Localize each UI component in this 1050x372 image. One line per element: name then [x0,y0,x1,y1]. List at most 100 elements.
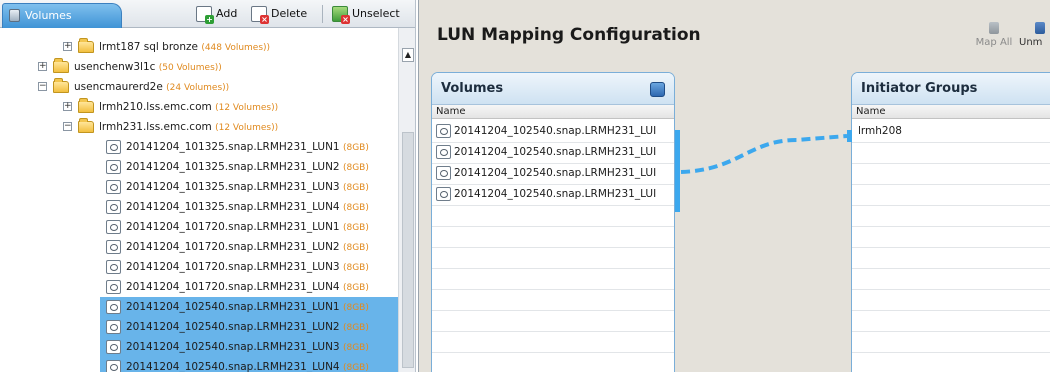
map-all-icon [989,22,999,34]
volume-icon [436,166,451,180]
collapse-icon[interactable]: − [38,82,47,91]
volume-icon [106,200,121,214]
volumes-toolbar: Volumes + Add × Delete × Unselect [0,0,415,28]
expand-icon[interactable]: + [63,42,72,51]
tree-item-label: 20141204_102540.snap.LRMH231_LUN4 [126,361,340,372]
tree-volume-item[interactable]: 20141204_101325.snap.LRMH231_LUN3 (8GB) [100,177,398,197]
tree-folder-item[interactable]: + usenchenw3l1c (50 Volumes)) [0,57,398,77]
tree-item-label: 20141204_101325.snap.LRMH231_LUN4 [126,201,340,213]
folder-icon [78,98,94,113]
tree-volume-item[interactable]: 20141204_101325.snap.LRMH231_LUN2 (8GB) [100,157,398,177]
grid-line [432,205,674,206]
folder-icon [53,78,69,93]
volumes-name-column-header[interactable]: Name [432,105,674,119]
grid-line [852,247,1050,248]
tree-item-label: 20141204_101325.snap.LRMH231_LUN1 [126,141,340,153]
unmap-button[interactable]: Unm [1019,22,1050,48]
initiator-groups-name-column-header[interactable]: Name [852,105,1050,119]
list-item[interactable]: 20141204_102540.snap.LRMH231_LUI [434,142,672,162]
tree-volume-item[interactable]: 20141204_101325.snap.LRMH231_LUN4 (8GB) [100,197,398,217]
grid-line [852,352,1050,353]
list-item[interactable]: lrmh208 [854,121,1050,141]
grid-line [852,184,1050,185]
expand-icon[interactable]: + [63,102,72,111]
volumes-tab-label: Volumes [25,9,72,22]
grid-line [852,268,1050,269]
tree-item-count: (8GB) [342,243,369,253]
unmap-label: Unm [1019,37,1043,48]
tree-scrollbar[interactable]: ▲ [398,28,415,372]
volume-icon [106,220,121,234]
tree-volume-item[interactable]: 20141204_101325.snap.LRMH231_LUN1 (8GB) [100,137,398,157]
tree-item-label: 20141204_101720.snap.LRMH231_LUN1 [126,221,340,233]
list-item[interactable]: 20141204_102540.snap.LRMH231_LUI [434,163,672,183]
scroll-up-arrow-icon[interactable]: ▲ [402,48,414,62]
tree-volume-item[interactable]: 20141204_101720.snap.LRMH231_LUN3 (8GB) [100,257,398,277]
tree-item-label: 20141204_102540.snap.LRMH231_LUN3 [126,341,340,353]
tree-item-count: (448 Volumes)) [201,43,271,53]
grid-line [432,289,674,290]
tree-volume-item[interactable]: 20141204_102540.snap.LRMH231_LUN3 (8GB) [100,337,398,357]
scrollbar-thumb[interactable] [402,132,414,368]
add-button[interactable]: + Add [196,5,237,24]
grid-line [432,226,674,227]
tree-volume-item[interactable]: 20141204_102540.snap.LRMH231_LUN4 (8GB) [100,357,398,372]
expand-icon[interactable]: + [38,62,47,71]
list-item[interactable]: 20141204_102540.snap.LRMH231_LUI [434,184,672,204]
folder-icon [78,38,94,53]
list-item[interactable]: 20141204_102540.snap.LRMH231_LUI [434,121,672,141]
collapse-icon[interactable]: − [63,122,72,131]
list-item-label: lrmh208 [858,125,902,137]
tree-item-count: (12 Volumes)) [215,103,279,113]
grid-line [432,331,674,332]
tree-volume-item[interactable]: 20141204_101720.snap.LRMH231_LUN4 (8GB) [100,277,398,297]
tree-item-label: 20141204_102540.snap.LRMH231_LUN2 [126,321,340,333]
mapping-connector-path [680,134,848,174]
volume-icon [106,280,121,294]
grid-line [852,226,1050,227]
tree-item-count: (8GB) [342,283,369,293]
unselect-button[interactable]: × Unselect [332,5,400,24]
grid-line [852,310,1050,311]
volume-icon [106,180,121,194]
initiator-connection-handle[interactable] [847,130,852,142]
tree-volume-item[interactable]: 20141204_101720.snap.LRMH231_LUN1 (8GB) [100,217,398,237]
initiator-groups-panel: Initiator Groups Name lrmh208 [851,72,1050,372]
tree-item-label: 20141204_102540.snap.LRMH231_LUN1 [126,301,340,313]
volumes-tab[interactable]: Volumes [2,3,122,28]
tree-volume-item[interactable]: 20141204_102540.snap.LRMH231_LUN1 (8GB) [100,297,398,317]
volume-icon [106,320,121,334]
tree-item-label: 20141204_101325.snap.LRMH231_LUN3 [126,181,340,193]
volume-icon [436,124,451,138]
volume-icon [106,260,121,274]
volume-icon [106,240,121,254]
volume-icon [106,160,121,174]
grid-line [852,289,1050,290]
grid-line [432,268,674,269]
volumes-connection-handle[interactable] [675,130,680,212]
tree-item-count: (8GB) [342,203,369,213]
tree-item-count: (8GB) [342,343,369,353]
tree-volume-item[interactable]: 20141204_101720.snap.LRMH231_LUN2 (8GB) [100,237,398,257]
tree-item-count: (50 Volumes)) [158,63,222,73]
tree-folder-item[interactable]: − usencmaurerd2e (24 Volumes)) [0,77,398,97]
volumes-panel-title: Volumes [432,73,674,105]
tree-volume-item[interactable]: 20141204_102540.snap.LRMH231_LUN2 (8GB) [100,317,398,337]
volume-icon [106,140,121,154]
tree-item-label: 20141204_101325.snap.LRMH231_LUN2 [126,161,340,173]
tree-folder-item[interactable]: + lrmt187 sql bronze (448 Volumes)) [0,37,398,57]
tree-folder-item[interactable]: + lrmh210.lss.emc.com (12 Volumes)) [0,97,398,117]
tree-item-label: usencmaurerd2e [74,81,163,93]
tree-item-count: (24 Volumes)) [166,83,230,93]
add-volume-icon: + [196,6,214,24]
delete-button[interactable]: × Delete [251,5,308,24]
refresh-icon[interactable] [650,82,665,97]
delete-button-label: Delete [271,7,308,20]
map-all-button[interactable]: Map All [971,22,1017,48]
list-item-label: 20141204_102540.snap.LRMH231_LUI [454,146,657,158]
tree-item-label: 20141204_101720.snap.LRMH231_LUN2 [126,241,340,253]
tree-folder-item[interactable]: − lrmh231.lss.emc.com (12 Volumes)) [0,117,398,137]
list-item-label: 20141204_102540.snap.LRMH231_LUI [454,167,657,179]
tree-item-count: (8GB) [342,223,369,233]
grid-line [852,331,1050,332]
